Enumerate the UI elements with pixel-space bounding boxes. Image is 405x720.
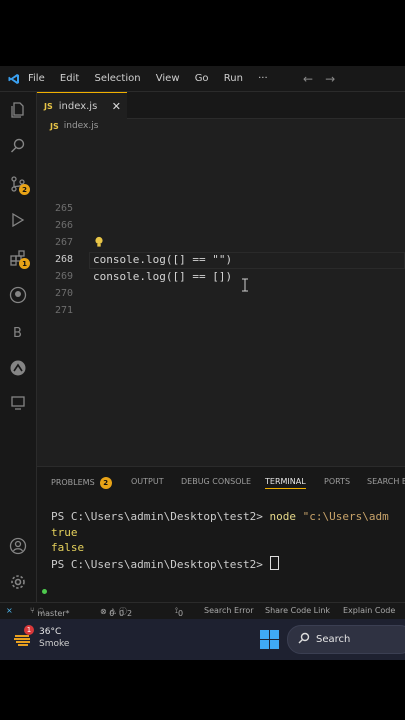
js-file-icon: JS <box>50 121 59 131</box>
menu-run[interactable]: Run <box>224 73 243 84</box>
editor-tabs: JS index.js ✕ <box>37 92 405 119</box>
js-file-icon: JS <box>44 101 53 111</box>
tab-terminal[interactable]: TERMINAL <box>265 477 306 489</box>
menu-selection[interactable]: Selection <box>94 73 140 84</box>
lightbulb-icon[interactable] <box>94 236 104 251</box>
search-error-status[interactable]: Search Error <box>204 606 254 615</box>
status-bar: ⨯ ⑂ master* ◌ ⊗ 0 ⚠ 0 ⓘ 2 ⟟ 0 Search Err… <box>0 602 405 619</box>
menu-more[interactable]: ··· <box>258 73 268 84</box>
back-arrow-icon[interactable]: ← <box>303 72 313 86</box>
tab-ports[interactable]: PORTS <box>324 477 350 486</box>
source-control-icon[interactable] <box>0 170 36 198</box>
settings-gear-icon[interactable] <box>0 568 36 596</box>
remote-explorer-icon[interactable] <box>0 354 36 382</box>
terminal-output-false: false <box>51 541 85 554</box>
branch-indicator[interactable]: ⑂ master* ◌ <box>30 606 70 618</box>
explorer-icon[interactable] <box>0 96 36 124</box>
extensions-badge: 1 <box>19 258 30 269</box>
line-number: 265 <box>54 203 73 214</box>
github-icon[interactable] <box>0 281 36 309</box>
tab-label: index.js <box>58 100 98 112</box>
ports-indicator[interactable]: ⟟ 0 <box>175 606 183 618</box>
branch-name: master* <box>37 609 70 618</box>
code-line-269: console.log([] == []) <box>93 270 233 283</box>
menu-view[interactable]: View <box>156 73 180 84</box>
menu-edit[interactable]: Edit <box>60 73 79 84</box>
windows-taskbar: 1 36°C Smoke Search <box>0 619 405 660</box>
line-number: 271 <box>54 305 73 316</box>
line-number-current: 268 <box>54 254 73 265</box>
text-cursor-icon <box>241 278 249 292</box>
tab-problems-label: PROBLEMS <box>51 478 95 487</box>
problems-indicator[interactable]: ⊗ 0 ⚠ 0 ⓘ 2 <box>100 606 132 618</box>
code-line-268: console.log([] == "") <box>93 253 233 266</box>
error-count: 0 <box>109 609 115 618</box>
tab-problems[interactable]: PROBLEMS 2 <box>51 477 112 489</box>
forward-arrow-icon[interactable]: → <box>325 72 335 86</box>
menu-bar: File Edit Selection View Go Run ··· <box>28 73 280 84</box>
bottom-panel: PROBLEMS 2 OUTPUT DEBUG CONSOLE TERMINAL … <box>37 466 405 603</box>
title-bar: File Edit Selection View Go Run ··· ← → <box>0 66 405 92</box>
weather-condition[interactable]: Smoke <box>39 639 69 649</box>
breadcrumb: JS index.js <box>50 121 98 131</box>
close-icon[interactable]: ✕ <box>112 100 121 113</box>
terminal-status-dot-icon <box>42 589 47 594</box>
tab-search-editor[interactable]: SEARCH E <box>367 477 405 486</box>
extensions-icon[interactable] <box>0 244 36 272</box>
line-number: 267 <box>54 237 73 248</box>
notification-badge: 1 <box>24 625 34 635</box>
warning-count: 0 <box>118 609 125 618</box>
tab-index-js[interactable]: JS index.js ✕ <box>37 92 127 119</box>
terminal-output[interactable]: PS C:\Users\admin\Desktop\test2> node "c… <box>51 509 389 572</box>
activity-bar: 2 1 B <box>0 92 37 602</box>
remote-window-icon[interactable] <box>0 389 36 417</box>
windows-start-icon[interactable] <box>260 630 279 653</box>
search-label: Search <box>316 634 351 645</box>
tab-output[interactable]: OUTPUT <box>131 477 164 486</box>
terminal-prompt: PS C:\Users\admin\Desktop\test2> <box>51 557 270 571</box>
ports-count: 0 <box>177 609 184 618</box>
search-icon[interactable] <box>0 132 36 160</box>
vscode-window: File Edit Selection View Go Run ··· ← → … <box>0 66 405 660</box>
account-icon[interactable] <box>0 532 36 560</box>
info-count: 2 <box>126 609 133 618</box>
line-number: 266 <box>54 220 73 231</box>
vscode-logo-icon <box>0 66 28 91</box>
tab-debug-console[interactable]: DEBUG CONSOLE <box>181 477 251 486</box>
bootstrap-icon[interactable]: B <box>0 318 36 346</box>
code-editor[interactable]: 265 266 267 268 269 270 271 console.log(… <box>37 136 405 466</box>
menu-go[interactable]: Go <box>195 73 209 84</box>
share-code-link[interactable]: Share Code Link <box>265 606 330 615</box>
svg-text:B: B <box>13 326 22 341</box>
terminal-output-true: true <box>51 525 78 539</box>
terminal-argument: "c:\Users\adm <box>296 510 389 523</box>
menu-file[interactable]: File <box>28 73 45 84</box>
run-debug-icon[interactable] <box>0 206 36 234</box>
breadcrumb-file[interactable]: index.js <box>64 121 99 131</box>
explain-code[interactable]: Explain Code <box>343 606 395 615</box>
weather-temperature[interactable]: 36°C <box>39 627 61 637</box>
line-number: 269 <box>54 271 73 282</box>
taskbar-search[interactable]: Search <box>287 625 405 654</box>
terminal-cursor <box>269 555 279 570</box>
line-number: 270 <box>54 288 73 299</box>
problems-badge: 2 <box>99 477 112 489</box>
remote-icon[interactable]: ⨯ <box>6 606 13 615</box>
scm-badge: 2 <box>19 184 30 195</box>
terminal-prompt: PS C:\Users\admin\Desktop\test2> <box>51 510 270 523</box>
search-icon <box>298 632 310 647</box>
nav-arrows: ← → <box>303 66 335 91</box>
terminal-command: node <box>269 510 297 523</box>
